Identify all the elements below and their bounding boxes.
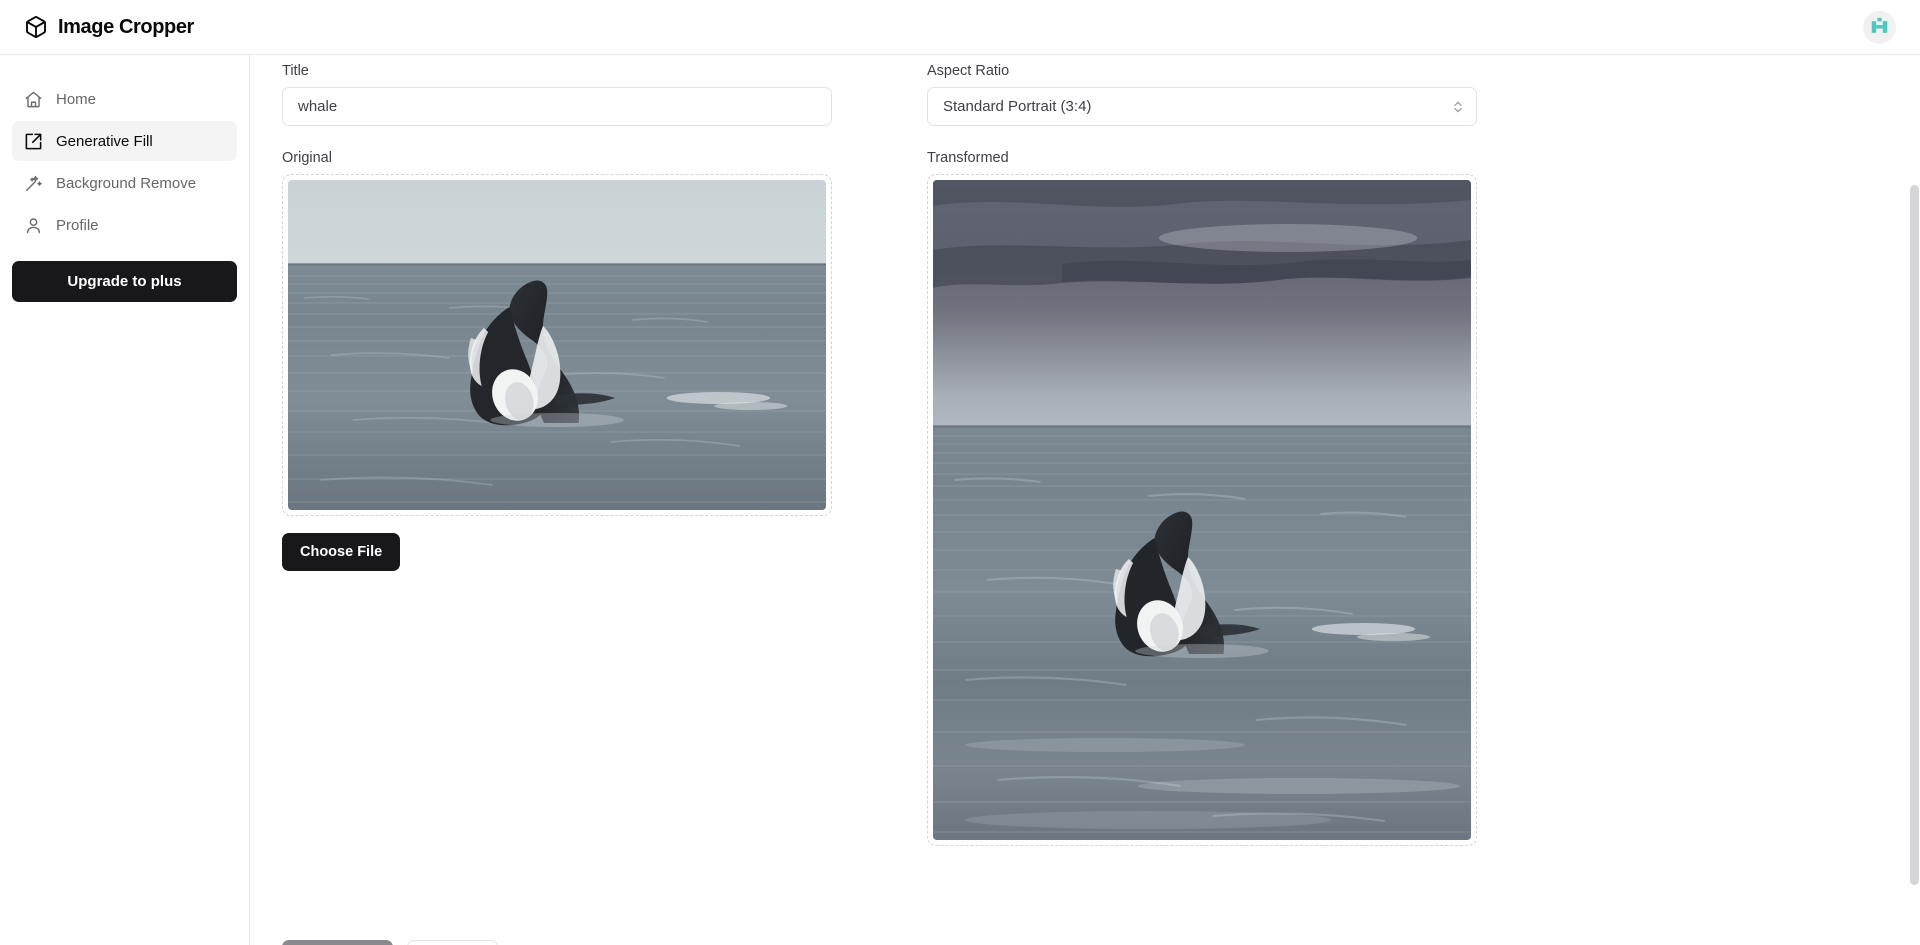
transform-button[interactable]: Transform xyxy=(282,940,393,945)
app-header: Image Cropper xyxy=(0,0,1920,55)
sidebar-item-background-remove[interactable]: Background Remove xyxy=(12,163,237,203)
magic-wand-icon xyxy=(24,174,43,193)
upload-button[interactable]: Upload xyxy=(406,940,499,945)
sidebar-item-profile[interactable]: Profile xyxy=(12,205,237,245)
sidebar-item-home[interactable]: Home xyxy=(12,79,237,119)
aspect-ratio-label: Aspect Ratio xyxy=(927,63,1010,79)
brand[interactable]: Image Cropper xyxy=(24,15,194,39)
upgrade-to-plus-button[interactable]: Upgrade to plus xyxy=(12,261,237,302)
avatar[interactable] xyxy=(1863,10,1896,44)
transformed-image-frame[interactable] xyxy=(927,174,1477,846)
title-label: Title xyxy=(282,63,309,79)
content-area: Title Aspect Ratio Standard Portrait (3:… xyxy=(250,55,1920,945)
home-icon xyxy=(24,90,43,109)
original-label: Original xyxy=(282,150,332,166)
sidebar-nav: Home Generative Fill Background Remove P… xyxy=(12,79,237,245)
user-icon xyxy=(24,216,43,235)
sidebar-item-generative-fill[interactable]: Generative Fill xyxy=(12,121,237,161)
form-row: Title Aspect Ratio Standard Portrait (3:… xyxy=(282,63,1880,126)
image-panels: Original Choose File Transformed xyxy=(282,150,1880,846)
sidebar-item-label: Generative Fill xyxy=(56,132,153,150)
transformed-panel: Transformed xyxy=(927,150,1477,846)
choose-file-button[interactable]: Choose File xyxy=(282,533,401,571)
transformed-label: Transformed xyxy=(927,150,1009,166)
avatar-monogram xyxy=(1863,10,1896,44)
vertical-scrollbar[interactable] xyxy=(1909,55,1920,945)
aspect-ratio-select[interactable]: Standard Portrait (3:4) xyxy=(927,87,1477,126)
sidebar-item-label: Background Remove xyxy=(56,174,197,192)
title-field-group: Title xyxy=(282,63,832,126)
cube-icon xyxy=(24,15,48,39)
aspect-ratio-field-group: Aspect Ratio Standard Portrait (3:4) xyxy=(927,63,1477,126)
transformed-image xyxy=(933,180,1471,840)
original-panel: Original Choose File xyxy=(282,150,832,846)
app-title: Image Cropper xyxy=(58,15,194,38)
sidebar-item-label: Home xyxy=(56,90,97,108)
sidebar: Home Generative Fill Background Remove P… xyxy=(0,55,250,945)
generative-fill-icon xyxy=(24,132,43,151)
sidebar-item-label: Profile xyxy=(56,216,99,234)
aspect-ratio-select-wrap: Standard Portrait (3:4) xyxy=(927,87,1477,126)
aspect-ratio-selected-value: Standard Portrait (3:4) xyxy=(943,98,1092,115)
main-content: Title Aspect Ratio Standard Portrait (3:… xyxy=(250,55,1920,945)
original-image-dropzone[interactable] xyxy=(282,174,832,516)
original-image xyxy=(288,180,826,510)
action-buttons: Transform Upload xyxy=(282,940,1880,945)
title-input[interactable] xyxy=(282,87,832,126)
scrollbar-thumb[interactable] xyxy=(1910,185,1919,885)
